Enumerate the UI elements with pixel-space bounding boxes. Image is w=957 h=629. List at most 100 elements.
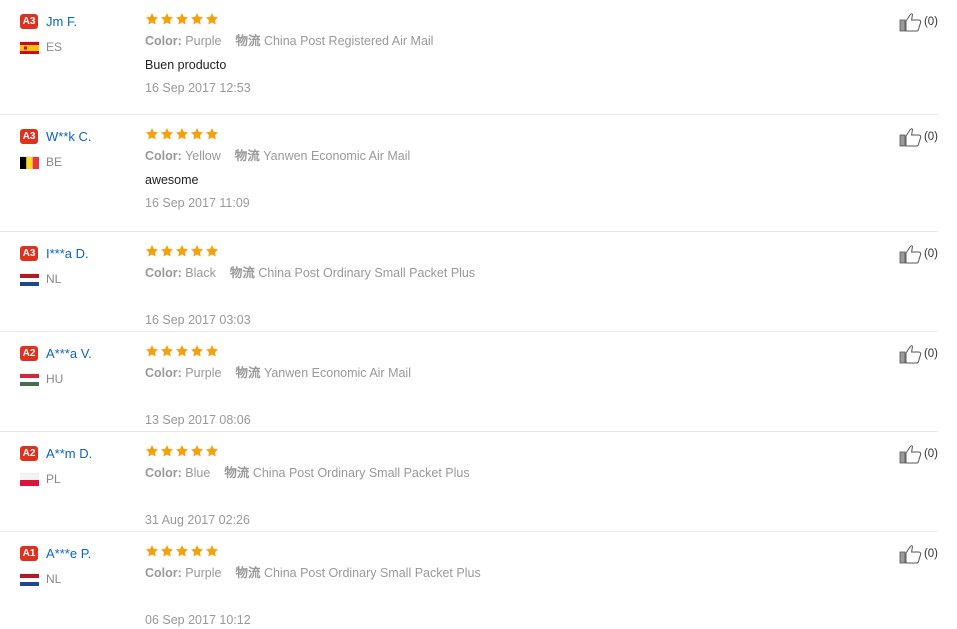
star-icon <box>175 12 189 26</box>
review-content: Color: Purple 物流 China Post Ordinary Smal… <box>145 542 865 629</box>
review-date: 16 Sep 2017 11:09 <box>145 196 250 210</box>
star-icon <box>205 12 219 26</box>
shipping-method: China Post Ordinary Small Packet Plus <box>263 566 481 580</box>
color-label: Color: <box>145 34 182 48</box>
shipping-method: China Post Registered Air Mail <box>263 34 434 48</box>
star-icon <box>205 544 219 558</box>
poland-flag-icon <box>20 473 39 486</box>
reviewer-name-link[interactable]: I***a D. <box>46 246 89 261</box>
review-item: A2 A**m D. PL Color: Blue 物流 China Post Ordi… <box>0 432 938 532</box>
country-code: HU <box>46 372 64 386</box>
review-content: Color: Yellow 物流 Yanwen Economic Air Mail… <box>145 125 865 212</box>
star-icon <box>190 344 204 358</box>
helpful-button[interactable]: (0) <box>899 544 938 564</box>
helpful-button[interactable]: (0) <box>899 344 938 364</box>
review-date: 16 Sep 2017 03:03 <box>145 313 251 327</box>
reviewer-name-link[interactable]: A**m D. <box>46 446 92 461</box>
shipping-label: 物流 <box>235 566 261 580</box>
helpful-count: (0) <box>923 348 938 360</box>
star-icon <box>190 544 204 558</box>
helpful-button[interactable]: (0) <box>899 12 938 32</box>
order-attributes: Color: Purple 物流 China Post Ordinary Smal… <box>145 564 865 582</box>
star-icon <box>190 12 204 26</box>
helpful-button[interactable]: (0) <box>899 127 938 147</box>
star-icon <box>160 127 174 141</box>
review-item: A2 A***a V. HU Color: Purple 物流 Yanwen Econo… <box>0 332 938 432</box>
buyer-level-badge: A3 <box>20 245 38 261</box>
helpful-button[interactable]: (0) <box>899 244 938 264</box>
country-code: NL <box>46 572 62 586</box>
reviewer-name-link[interactable]: Jm F. <box>46 14 77 29</box>
review-content: Color: Purple 物流 Yanwen Economic Air Mail… <box>145 342 865 429</box>
reviewer-name-link[interactable]: A***e P. <box>46 546 91 561</box>
netherlands-flag-icon <box>20 573 39 586</box>
thumbs-up-icon <box>899 127 923 147</box>
star-icon <box>190 444 204 458</box>
buyer-level-badge: A3 <box>20 13 38 29</box>
review-item: A1 A***e P. NL Color: Purple 物流 China Post O… <box>0 532 938 627</box>
shipping-method: China Post Ordinary Small Packet Plus <box>258 266 476 280</box>
reviewer-info: A1 A***e P. NL <box>20 544 130 588</box>
helpful-button[interactable]: (0) <box>899 444 938 464</box>
star-icon <box>145 127 159 141</box>
star-icon <box>175 127 189 141</box>
helpful-count: (0) <box>923 131 938 143</box>
review-item: A3 W**k C. BE Color: Yellow 物流 Yanwen Econom… <box>0 115 938 232</box>
helpful-count: (0) <box>923 16 938 28</box>
color-value: Blue <box>185 466 211 480</box>
star-icon <box>175 244 189 258</box>
star-icon <box>145 12 159 26</box>
review-list: A3 Jm F. ES Color: Purple 物流 China Post Regi… <box>0 0 957 627</box>
helpful-count: (0) <box>923 248 938 260</box>
star-icon <box>205 344 219 358</box>
color-value: Purple <box>185 366 222 380</box>
review-item: A3 I***a D. NL Color: Black 物流 China Post Or… <box>0 232 938 332</box>
review-date: 16 Sep 2017 12:53 <box>145 81 251 95</box>
color-label: Color: <box>145 466 182 480</box>
spain-flag-icon <box>20 41 39 54</box>
star-icon <box>205 444 219 458</box>
star-rating <box>145 125 865 143</box>
review-date: 06 Sep 2017 10:12 <box>145 613 251 627</box>
star-icon <box>145 244 159 258</box>
star-rating <box>145 242 865 260</box>
buyer-level-badge: A2 <box>20 345 38 361</box>
review-text: awesome <box>145 173 199 187</box>
reviewer-info: A3 W**k C. BE <box>20 127 130 171</box>
color-value: Black <box>185 266 216 280</box>
star-icon <box>205 127 219 141</box>
reviewer-info: A2 A***a V. HU <box>20 344 130 388</box>
star-icon <box>175 444 189 458</box>
star-icon <box>160 244 174 258</box>
review-content: Color: Purple 物流 China Post Registered Ai… <box>145 10 865 97</box>
order-attributes: Color: Black 物流 China Post Ordinary Small… <box>145 264 865 282</box>
color-value: Yellow <box>185 149 221 163</box>
shipping-label: 物流 <box>235 366 261 380</box>
buyer-level-badge: A2 <box>20 445 38 461</box>
hungary-flag-icon <box>20 373 39 386</box>
buyer-level-badge: A3 <box>20 128 38 144</box>
review-text-empty <box>145 489 865 506</box>
star-rating <box>145 10 865 28</box>
belgium-flag-icon <box>20 156 39 169</box>
review-content: Color: Black 物流 China Post Ordinary Small… <box>145 242 865 329</box>
star-rating <box>145 542 865 560</box>
review-text-empty <box>145 389 865 406</box>
shipping-method: Yanwen Economic Air Mail <box>263 366 411 380</box>
order-attributes: Color: Purple 物流 China Post Registered Ai… <box>145 32 865 50</box>
star-icon <box>160 344 174 358</box>
star-icon <box>190 244 204 258</box>
thumbs-up-icon <box>899 12 923 32</box>
shipping-label: 物流 <box>235 34 261 48</box>
reviewer-name-link[interactable]: W**k C. <box>46 129 92 144</box>
order-attributes: Color: Purple 物流 Yanwen Economic Air Mail <box>145 364 865 382</box>
star-icon <box>190 127 204 141</box>
color-value: Purple <box>185 34 222 48</box>
star-rating <box>145 442 865 460</box>
reviewer-name-link[interactable]: A***a V. <box>46 346 92 361</box>
shipping-method: China Post Ordinary Small Packet Plus <box>252 466 470 480</box>
shipping-label: 物流 <box>229 266 255 280</box>
color-label: Color: <box>145 366 182 380</box>
color-label: Color: <box>145 266 182 280</box>
order-attributes: Color: Yellow 物流 Yanwen Economic Air Mail <box>145 147 865 165</box>
